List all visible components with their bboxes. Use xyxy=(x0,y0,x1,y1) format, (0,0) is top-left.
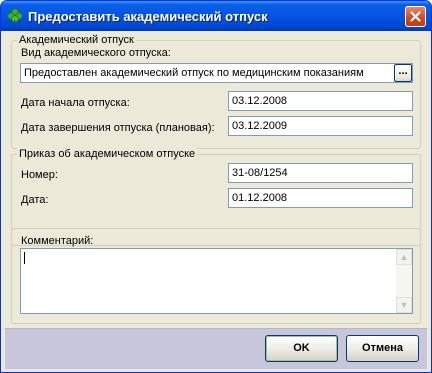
ok-button[interactable]: OK xyxy=(265,335,338,362)
comment-textarea[interactable]: ▲ ▼ xyxy=(20,248,413,314)
close-icon xyxy=(410,11,421,22)
leave-type-label: Вид академического отпуска: xyxy=(21,47,171,59)
order-group-title: Приказ об академическом отпуске xyxy=(17,148,198,160)
scroll-down-icon[interactable]: ▼ xyxy=(396,297,412,313)
clover-icon xyxy=(7,8,23,25)
cancel-button[interactable]: Отмена xyxy=(346,335,419,362)
order-number-field[interactable]: 31-08/1254 xyxy=(228,163,413,183)
dialog-body: Академический отпуск Вид академического … xyxy=(5,31,427,369)
close-button[interactable] xyxy=(405,6,426,27)
comment-scrollbar[interactable]: ▲ ▼ xyxy=(396,249,412,313)
start-date-value: 03.12.2008 xyxy=(232,95,288,107)
order-date-label: Дата: xyxy=(21,194,49,206)
order-date-field[interactable]: 01.12.2008 xyxy=(228,188,413,208)
leave-type-browse-button[interactable]: ... xyxy=(394,64,412,82)
end-date-value: 03.12.2009 xyxy=(232,120,288,132)
title-bar[interactable]: Предоставить академический отпуск xyxy=(1,1,431,31)
start-date-field[interactable]: 03.12.2008 xyxy=(228,91,413,111)
leave-group-title: Академический отпуск xyxy=(17,34,136,46)
order-number-label: Номер: xyxy=(21,169,58,181)
order-number-value: 31-08/1254 xyxy=(232,167,288,179)
comment-label: Комментарий: xyxy=(21,235,94,247)
order-date-value: 01.12.2008 xyxy=(232,192,288,204)
leave-group: Академический отпуск Вид академического … xyxy=(11,34,421,149)
comment-group: Комментарий: ▲ ▼ xyxy=(11,228,421,324)
leave-type-value: Предоставлен академический отпуск по мед… xyxy=(24,67,364,79)
leave-type-field[interactable]: Предоставлен академический отпуск по мед… xyxy=(20,63,413,83)
end-date-label: Дата завершения отпуска (плановая): xyxy=(21,122,215,134)
button-bar: OK Отмена xyxy=(5,328,427,369)
end-date-field[interactable]: 03.12.2009 xyxy=(228,116,413,136)
window-title: Предоставить академический отпуск xyxy=(28,9,268,24)
scroll-up-icon[interactable]: ▲ xyxy=(396,249,412,265)
dialog-window: Предоставить академический отпуск Академ… xyxy=(0,0,432,373)
text-caret xyxy=(24,252,25,264)
start-date-label: Дата начала отпуска: xyxy=(21,97,130,109)
